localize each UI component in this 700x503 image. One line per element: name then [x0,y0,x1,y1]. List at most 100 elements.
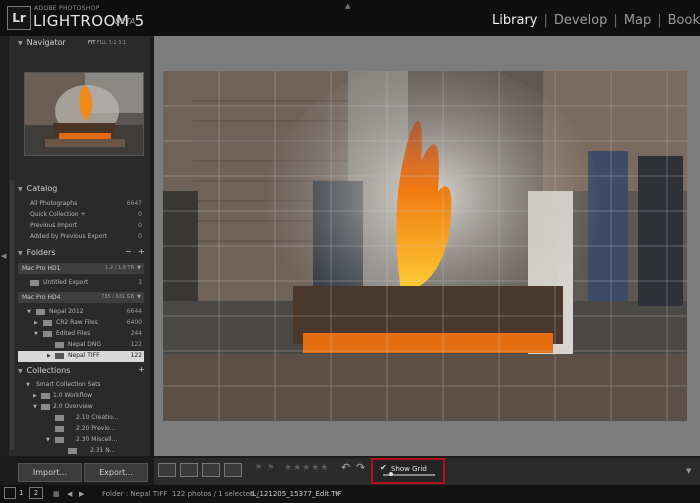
volume-name: Mac Pro HD4 [22,294,61,301]
zoom-fill[interactable]: FILL [97,40,107,46]
module-book[interactable]: Book [668,13,700,28]
catalog-item-previous-import[interactable]: Previous Import [30,222,77,229]
folder-icon [55,353,64,359]
collapse-triangle-icon[interactable]: ▶ [34,320,38,326]
survey-view-icon[interactable] [224,463,242,477]
collection-set-overview[interactable]: 2.0 Overview [53,403,93,410]
collapse-left-panel-icon[interactable]: ◀ [1,252,6,260]
filename-label[interactable]: IL_121205_15377_Edit.TIF [250,490,342,498]
collections-header[interactable]: ▼ Collections [18,366,148,379]
compare-view-icon[interactable] [202,463,220,477]
grid-size-slider-knob[interactable] [389,472,393,476]
folder-icon [43,331,52,337]
module-map[interactable]: Map [624,13,651,28]
collection-set-icon [68,448,77,454]
collection-set-icon [41,393,50,399]
navigator-header[interactable]: ▼ Navigator [18,38,148,51]
left-panel-edge[interactable] [0,36,9,456]
flag-icon[interactable]: ⚑ [255,463,262,472]
rotate-right-icon[interactable]: ↷ [356,461,365,474]
show-grid-checkbox[interactable]: ✔ [380,463,387,472]
filename-dropdown-icon[interactable]: ▾ [335,490,339,498]
folder-icon [43,320,52,326]
collection-set-icon [55,426,64,432]
grid-view-icon[interactable] [180,463,198,477]
navigator-title: Navigator [26,38,66,47]
collapse-triangle-icon[interactable]: ▶ [33,393,37,399]
module-develop[interactable]: Develop [554,13,608,28]
expand-triangle-icon[interactable]: ▼ [46,437,50,443]
collection-item[interactable]: 2.30 Miscell... [76,436,117,443]
rotate-left-icon[interactable]: ↶ [341,461,350,474]
edition-label: BETA [115,17,136,26]
folder-count: 244 [130,330,142,337]
navigator-preview[interactable] [24,72,144,156]
collection-item[interactable]: 2.10 Creatio... [76,414,118,421]
collections-title: Collections [26,366,71,375]
grid-icon[interactable]: ▦ [53,490,60,498]
catalog-item-added-by-export[interactable]: Added by Previous Export [30,233,107,240]
catalog-item-all-photographs[interactable]: All Photographs [30,200,77,207]
expand-triangle-icon: ▼ [18,368,23,375]
collection-set-icon [55,437,64,443]
folder-count: 122 [130,341,142,348]
folder-icon [30,280,39,286]
folder-item-nepal-dng[interactable]: Nepal DNG [68,341,101,348]
zoom-fit[interactable]: FIT [88,40,95,46]
volume-name: Mac Pro HD1 [22,265,61,272]
main-window-icon[interactable] [4,487,16,499]
folder-item-cr2-raw[interactable]: CR2 Raw Files [56,319,98,326]
module-library[interactable]: Library [492,13,537,28]
catalog-count: 0 [138,222,142,229]
add-collection-button[interactable]: + [138,365,145,374]
volume-arrow-icon[interactable]: ▼ [137,265,141,271]
collection-item[interactable]: 2.31 N... [90,447,115,454]
source-label[interactable]: Folder : Nepal TIFF [102,490,167,498]
expand-triangle-icon[interactable]: ▼ [34,331,38,337]
folder-item-edited-files[interactable]: Edited Files [56,330,90,337]
remove-folder-button[interactable]: − [125,247,132,256]
catalog-item-quick-collection[interactable]: Quick Collection + [30,211,86,218]
expand-triangle-icon[interactable]: ▼ [27,309,31,315]
folder-item-nepal-tiff[interactable]: Nepal TIFF [68,352,100,359]
back-arrow-icon[interactable]: ◀ [67,490,72,498]
expand-triangle-icon[interactable]: ▼ [33,404,37,410]
folder-item-nepal-2012[interactable]: Nepal 2012 [49,308,84,315]
left-panel-scrollbar[interactable] [10,180,14,450]
volume-arrow-icon[interactable]: ▼ [137,294,141,300]
expand-triangle-icon: ▼ [18,40,23,47]
star-rating[interactable]: ★★★★★ [284,463,329,473]
expand-triangle-icon[interactable]: ▼ [26,382,30,388]
collapse-triangle-icon[interactable]: ▶ [47,353,51,359]
import-button[interactable]: Import... [18,463,82,482]
volume-space: 1.2 / 1.8 TB [105,265,134,271]
show-grid-label: Show Grid [391,465,427,473]
catalog-header[interactable]: ▼ Catalog [18,184,148,197]
module-separator: | [543,13,548,28]
folder-count: 122 [130,352,142,359]
add-folder-button[interactable]: + [138,247,145,256]
expand-triangle-icon: ▼ [18,250,23,257]
folder-icon [36,309,45,315]
forward-arrow-icon[interactable]: ▶ [79,490,84,498]
page-2[interactable]: 2 [29,487,43,499]
zoom-1-1[interactable]: 1:1 [109,40,117,46]
toolbar-menu-arrow-icon[interactable]: ▼ [686,467,691,475]
catalog-count: 0 [138,211,142,218]
reject-flag-icon[interactable]: ⚑ [267,463,274,472]
module-separator: | [613,13,618,28]
collapse-top-panel-icon[interactable]: ▲ [345,2,350,10]
page-1[interactable]: 1 [19,489,23,497]
folder-item-untitled-export[interactable]: Untitled Export [43,279,88,286]
collection-set-smart[interactable]: Smart Collection Sets [36,381,101,388]
export-button[interactable]: Export... [84,463,148,482]
loupe-view-icon[interactable] [158,463,176,477]
collection-set-workflow[interactable]: 1.0 Workflow [53,392,92,399]
folder-icon [55,342,64,348]
selection-status: 122 photos / 1 selected / [172,490,260,498]
volume-space: 735 / 931 GB [101,294,134,300]
folder-count: 3 [138,279,142,286]
collection-item[interactable]: 2.20 Previo... [76,425,115,432]
zoom-3-1[interactable]: 3:1 [118,40,126,46]
grid-overlay [163,71,687,421]
